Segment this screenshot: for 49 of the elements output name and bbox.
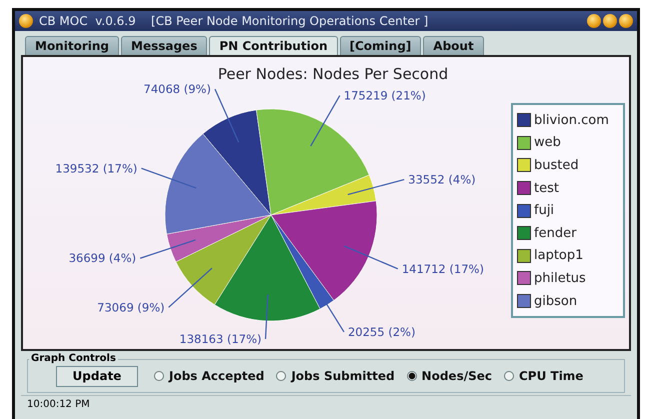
radio-label[interactable]: Jobs Accepted (169, 369, 264, 383)
leader-line (348, 178, 404, 196)
tab[interactable]: Messages (121, 36, 208, 55)
maximize-icon[interactable] (603, 14, 617, 28)
group-title: Graph Controls (29, 353, 118, 364)
tab[interactable]: Monitoring (25, 36, 119, 55)
leader-line (312, 282, 344, 332)
legend-label: busted (534, 158, 579, 173)
legend-label: test (534, 180, 559, 196)
slice-label: 138163 (17%) (179, 332, 262, 346)
update-button[interactable]: Update (56, 366, 138, 386)
radio-button[interactable] (154, 371, 164, 381)
slice-label: 141712 (17%) (402, 262, 484, 276)
minimize-icon[interactable] (587, 14, 601, 28)
legend-label: laptop1 (534, 248, 584, 264)
leader-line (168, 268, 212, 308)
radio-label[interactable]: CPU Time (518, 369, 584, 383)
tab[interactable]: About (423, 36, 484, 55)
radio-button[interactable] (504, 371, 514, 381)
legend-label: philetus (534, 270, 586, 286)
legend-label: gibson (534, 294, 578, 309)
status-time: 10:00:12 PM (27, 398, 90, 410)
close-icon[interactable] (619, 14, 633, 28)
radio-button[interactable] (406, 371, 417, 381)
leader-line (141, 168, 196, 189)
window-title: CB MOC v.0.6.9 [CB Peer Node Monitoring Operations Center ] (39, 14, 430, 28)
tab[interactable]: PN Contribution (209, 36, 338, 55)
leader-line (264, 294, 268, 340)
radio-button[interactable] (276, 371, 286, 381)
radio-label[interactable]: Jobs Submitted (291, 369, 395, 383)
tab[interactable]: [Coming] (340, 36, 422, 55)
app-icon (19, 14, 33, 28)
slice-label: 20255 (2%) (348, 324, 416, 339)
legend-label: blivion.com (534, 112, 609, 128)
radio-label[interactable]: Nodes/Sec (422, 369, 492, 383)
leader-line (214, 88, 240, 143)
chart-title: Peer Nodes: Nodes Per Second (218, 65, 448, 83)
slice-label: 36699 (4%) (68, 251, 136, 266)
slice-label: 139532 (17%) (55, 161, 138, 176)
slice-label: 33552 (4%) (408, 172, 476, 187)
leader-line (344, 246, 398, 270)
legend-label: fender (534, 226, 576, 241)
slice-label: 74068 (9%) (144, 82, 211, 96)
legend-label: web (534, 135, 561, 150)
slice-label: 73069 (9%) (97, 300, 165, 314)
leader-line (310, 95, 340, 146)
legend-label: fuji (534, 203, 554, 218)
leader-line (140, 239, 196, 259)
slice-label: 175219 (21%) (344, 88, 426, 103)
